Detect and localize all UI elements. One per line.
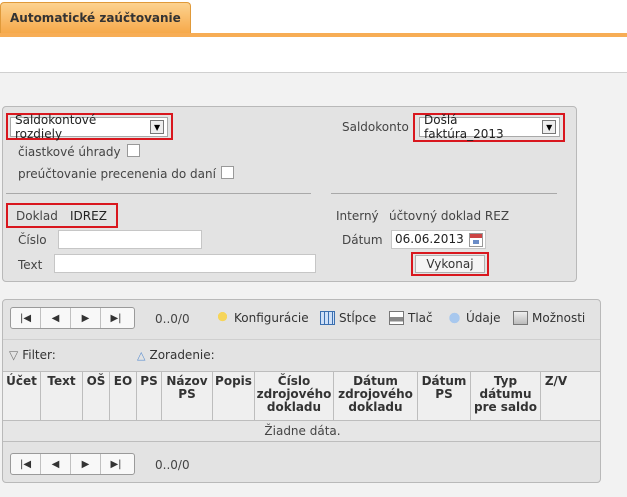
- internal-doc-label: Interný: [336, 209, 379, 223]
- column-header-label: Z/V: [544, 374, 568, 388]
- datum-value: 06.06.2013: [395, 232, 464, 246]
- prev-page-button[interactable]: ◀: [41, 308, 71, 328]
- column-header[interactable]: Dátum PS: [418, 372, 471, 420]
- next-page-icon: ▶: [81, 458, 90, 470]
- columns-icon: [320, 311, 335, 325]
- options-label: Možnosti: [532, 311, 586, 325]
- bottom-pager: |◀ ◀ ▶ ▶|: [10, 453, 135, 475]
- print-button[interactable]: Tlač: [389, 311, 433, 325]
- type-select[interactable]: Saldokontové rozdiely ▼: [10, 113, 168, 141]
- column-header-label: PS: [435, 387, 453, 401]
- filter-icon: ▽: [9, 348, 19, 362]
- toolbar-divider: [3, 339, 600, 340]
- sort-icon: △: [137, 348, 146, 362]
- column-header[interactable]: Typ dátumu pre saldo: [471, 372, 541, 420]
- data-label: Údaje: [466, 311, 501, 325]
- partial-payments-label: čiastkové úhrady: [18, 145, 121, 159]
- column-header[interactable]: Dátum zdrojového dokladu: [334, 372, 418, 420]
- type-select-value: Saldokontové rozdiely: [15, 113, 97, 141]
- prev-page-icon: ◀: [51, 458, 60, 470]
- first-page-button[interactable]: |◀: [11, 454, 41, 474]
- columns-label: Stĺpce: [339, 311, 377, 325]
- column-header-label: pre saldo: [473, 400, 537, 414]
- last-page-button[interactable]: ▶|: [101, 308, 131, 328]
- execute-button[interactable]: Vykonaj: [415, 255, 485, 273]
- top-page-info: 0..0/0: [155, 312, 190, 326]
- saldokonto-select[interactable]: Došlá faktúra_2013 ▼: [419, 113, 560, 141]
- cislo-field[interactable]: [58, 230, 202, 249]
- column-header-label: PS: [140, 374, 158, 388]
- configurations-button[interactable]: Konfigurácie: [215, 311, 309, 325]
- first-page-icon: |◀: [19, 312, 32, 324]
- column-header[interactable]: Popis: [213, 372, 255, 420]
- column-header-label: Popis: [215, 374, 252, 388]
- column-header-label: Text: [47, 374, 76, 388]
- next-page-button[interactable]: ▶: [71, 454, 101, 474]
- data-icon: [447, 311, 462, 325]
- prev-page-icon: ◀: [51, 312, 60, 324]
- text-field[interactable]: [54, 254, 316, 273]
- calendar-icon[interactable]: [469, 233, 483, 247]
- options-icon: [513, 311, 528, 325]
- chevron-down-icon[interactable]: ▼: [150, 120, 164, 134]
- revaluation-label: preúčtovanie precenenia do daní: [18, 167, 216, 181]
- column-header[interactable]: Z/V: [541, 372, 571, 420]
- sort-label: Zoradenie:: [149, 348, 215, 362]
- doklad-label: Doklad: [16, 209, 58, 223]
- print-label: Tlač: [408, 311, 433, 325]
- last-page-icon: ▶|: [110, 312, 122, 324]
- chevron-down-icon[interactable]: ▼: [542, 120, 556, 134]
- configurations-label: Konfigurácie: [234, 311, 309, 325]
- last-page-icon: ▶|: [110, 458, 122, 470]
- column-header-label: dokladu: [348, 400, 403, 414]
- column-header[interactable]: PS: [137, 372, 162, 420]
- first-page-icon: |◀: [19, 458, 32, 470]
- next-page-icon: ▶: [81, 312, 90, 324]
- column-header[interactable]: OŠ: [83, 372, 110, 420]
- right-divider: [331, 193, 557, 194]
- column-header[interactable]: Názov PS: [162, 372, 213, 420]
- header-band: [0, 37, 627, 73]
- first-page-button[interactable]: |◀: [11, 308, 41, 328]
- bottom-page-info: 0..0/0: [155, 458, 190, 472]
- column-header-label: EO: [113, 374, 133, 388]
- internal-doc-value: účtovný doklad REZ: [389, 209, 510, 223]
- revaluation-checkbox[interactable]: [221, 166, 234, 179]
- columns-button[interactable]: Stĺpce: [320, 311, 376, 325]
- saldokonto-select-value: Došlá faktúra_2013: [424, 113, 504, 141]
- cislo-label: Číslo: [18, 233, 47, 247]
- grid-empty-message: Žiadne dáta.: [3, 421, 600, 442]
- datum-label: Dátum: [342, 233, 383, 247]
- next-page-button[interactable]: ▶: [71, 308, 101, 328]
- filter-toggle[interactable]: ▽ Filter:: [9, 348, 56, 362]
- column-header[interactable]: Číslo zdrojového dokladu: [255, 372, 334, 420]
- top-pager: |◀ ◀ ▶ ▶|: [10, 307, 135, 329]
- tab-automatic-posting[interactable]: Automatické zaúčtovanie: [0, 2, 191, 33]
- grid-header: Účet Text OŠ EO PS Názov PS Popis Číslo zdrojovéh…: [3, 371, 600, 421]
- left-divider: [6, 193, 311, 194]
- prev-page-button[interactable]: ◀: [41, 454, 71, 474]
- data-button[interactable]: Údaje: [447, 311, 500, 325]
- last-page-button[interactable]: ▶|: [101, 454, 131, 474]
- filter-label: Filter:: [22, 348, 56, 362]
- column-header-label: Účet: [6, 374, 37, 388]
- saldokonto-label: Saldokonto: [342, 120, 409, 134]
- column-header[interactable]: EO: [110, 372, 137, 420]
- lightbulb-icon: [215, 311, 230, 325]
- text-label: Text: [18, 258, 43, 272]
- printer-icon: [389, 311, 404, 325]
- column-header-label: OŠ: [86, 374, 106, 388]
- column-header[interactable]: Text: [41, 372, 83, 420]
- column-header[interactable]: Účet: [3, 372, 41, 420]
- grid-panel: |◀ ◀ ▶ ▶| 0..0/0 Konfigurácie Stĺpce Tla…: [2, 299, 601, 483]
- doklad-value: IDREZ: [70, 209, 107, 223]
- sort-toggle[interactable]: △ Zoradenie:: [137, 348, 215, 362]
- column-header-label: dokladu: [266, 400, 322, 414]
- partial-payments-checkbox[interactable]: [127, 144, 140, 157]
- column-header-label: PS: [178, 387, 196, 401]
- options-button[interactable]: Možnosti: [513, 311, 585, 325]
